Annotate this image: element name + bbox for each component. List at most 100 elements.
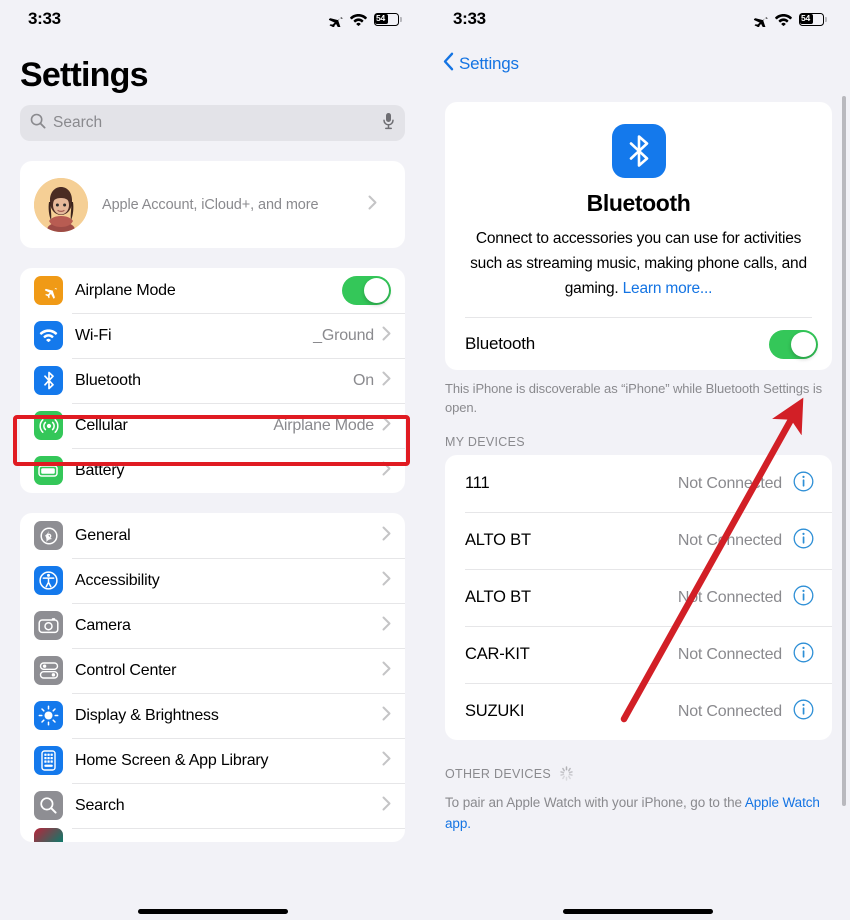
device-status: Not Connected [677, 531, 782, 549]
info-icon[interactable] [793, 585, 814, 611]
home-indicator [137, 909, 288, 914]
my-devices-list: 111 Not Connected ALTO BT Not Connected … [445, 455, 832, 740]
sidebar-item-airplane-mode[interactable]: Airplane Mode [20, 268, 405, 313]
bluetooth-hero: Bluetooth Connect to accessories you can… [445, 102, 832, 317]
sidebar-item-accessibility[interactable]: Accessibility [20, 558, 405, 603]
home-indicator [562, 909, 713, 914]
status-icons: 54 [751, 12, 827, 27]
settings-list-screen: 3:33 54 Settings Search Apple Account, i… [0, 0, 425, 920]
microphone-icon[interactable] [382, 112, 395, 135]
battery-icon: 54 [799, 12, 827, 26]
sidebar-item-cellular[interactable]: Cellular Airplane Mode [20, 403, 405, 448]
bluetooth-discoverable-note: This iPhone is discoverable as “iPhone” … [445, 381, 823, 415]
sidebar-item-label: General [75, 526, 131, 544]
apple-account-card[interactable]: Apple Account, iCloud+, and more [20, 161, 405, 248]
search-input[interactable]: Search [20, 105, 405, 141]
apple-watch-pair-text: To pair an Apple Watch with your iPhone,… [445, 795, 745, 810]
bluetooth-toggle-label: Bluetooth [465, 334, 536, 353]
sidebar-item-label: Display & Brightness [75, 706, 219, 724]
chevron-right-icon [382, 461, 391, 481]
vertical-scrollbar[interactable] [842, 96, 846, 806]
sidebar-item-camera[interactable]: Camera [20, 603, 405, 648]
sidebar-item-battery[interactable]: Battery [20, 448, 405, 493]
sidebar-item-control-center[interactable]: Control Center [20, 648, 405, 693]
airplane-icon [34, 276, 63, 305]
battery-icon: 54 [374, 12, 402, 26]
chevron-right-icon [382, 571, 391, 591]
chevron-right-icon [382, 326, 391, 346]
back-button[interactable]: Settings [425, 38, 850, 88]
device-name: 111 [465, 474, 490, 492]
device-row[interactable]: ALTO BT Not Connected [445, 569, 832, 626]
sidebar-item-label: Control Center [75, 661, 177, 679]
info-icon[interactable] [793, 471, 814, 497]
bluetooth-state-value: On [353, 371, 374, 389]
airplane-mode-toggle[interactable] [342, 276, 391, 305]
wifi-icon [350, 13, 367, 26]
app-icon-partial [34, 828, 63, 842]
airplane-icon [326, 12, 343, 27]
wifi-icon [775, 13, 792, 26]
gear-icon [34, 521, 63, 550]
bluetooth-icon [611, 124, 666, 178]
info-icon[interactable] [793, 528, 814, 554]
wifi-network-value: _Ground [313, 326, 374, 344]
back-button-label: Settings [459, 54, 519, 73]
device-name: ALTO BT [465, 531, 531, 549]
device-status: Not Connected [677, 474, 782, 492]
device-status: Not Connected [677, 588, 782, 606]
chevron-right-icon [382, 706, 391, 726]
status-icons: 54 [326, 12, 402, 27]
info-icon[interactable] [793, 699, 814, 725]
sidebar-item-label: Camera [75, 616, 131, 634]
device-status: Not Connected [677, 645, 782, 663]
cellular-icon [34, 411, 63, 440]
device-name: SUZUKI [465, 702, 525, 720]
device-row[interactable]: 111 Not Connected [445, 455, 832, 512]
sidebar-item-display-brightness[interactable]: Display & Brightness [20, 693, 405, 738]
sidebar-item-search[interactable]: Search [20, 783, 405, 828]
battery-level: 54 [801, 13, 811, 23]
apple-account-row[interactable]: Apple Account, iCloud+, and more [20, 161, 405, 248]
sidebar-item-partial[interactable] [20, 828, 405, 842]
device-row[interactable]: SUZUKI Not Connected [445, 683, 832, 740]
status-bar-right: 3:33 54 [425, 0, 850, 38]
sidebar-item-bluetooth[interactable]: Bluetooth On [20, 358, 405, 403]
device-name: ALTO BT [465, 588, 531, 606]
bluetooth-toggle-row[interactable]: Bluetooth [445, 318, 832, 370]
chevron-right-icon [382, 371, 391, 391]
cellular-state-value: Airplane Mode [273, 416, 374, 434]
learn-more-link[interactable]: Learn more... [623, 280, 713, 297]
accessibility-icon [34, 566, 63, 595]
camera-icon [34, 611, 63, 640]
bluetooth-description: Connect to accessories you can use for a… [469, 226, 808, 301]
apple-account-subtitle: Apple Account, iCloud+, and more [102, 196, 319, 213]
device-row[interactable]: CAR-KIT Not Connected [445, 626, 832, 683]
loading-spinner-icon [559, 766, 574, 781]
sidebar-item-wifi[interactable]: Wi-Fi _Ground [20, 313, 405, 358]
my-devices-header: MY DEVICES [425, 417, 850, 455]
device-row[interactable]: ALTO BT Not Connected [445, 512, 832, 569]
chevron-right-icon [382, 526, 391, 546]
bluetooth-icon [34, 366, 63, 395]
sidebar-item-label: Search [75, 796, 125, 814]
bluetooth-title: Bluetooth [586, 190, 691, 216]
battery-level: 54 [376, 13, 386, 23]
page-title: Settings [20, 56, 149, 94]
chevron-right-icon [382, 796, 391, 816]
sidebar-item-home-screen[interactable]: Home Screen & App Library [20, 738, 405, 783]
info-icon[interactable] [793, 642, 814, 668]
other-devices-header-label: OTHER DEVICES [445, 766, 551, 781]
memoji-avatar [34, 177, 88, 232]
sidebar-item-label: Bluetooth [75, 371, 141, 389]
chevron-left-icon [443, 52, 454, 76]
bluetooth-toggle[interactable] [769, 329, 818, 359]
search-icon [34, 791, 63, 820]
control-center-icon [34, 656, 63, 685]
sidebar-item-label: Battery [75, 461, 125, 479]
airplane-icon [751, 12, 768, 27]
sidebar-item-general[interactable]: General [20, 513, 405, 558]
chevron-right-icon [382, 616, 391, 636]
search-icon [30, 113, 46, 134]
status-bar-left: 3:33 54 [0, 0, 425, 38]
